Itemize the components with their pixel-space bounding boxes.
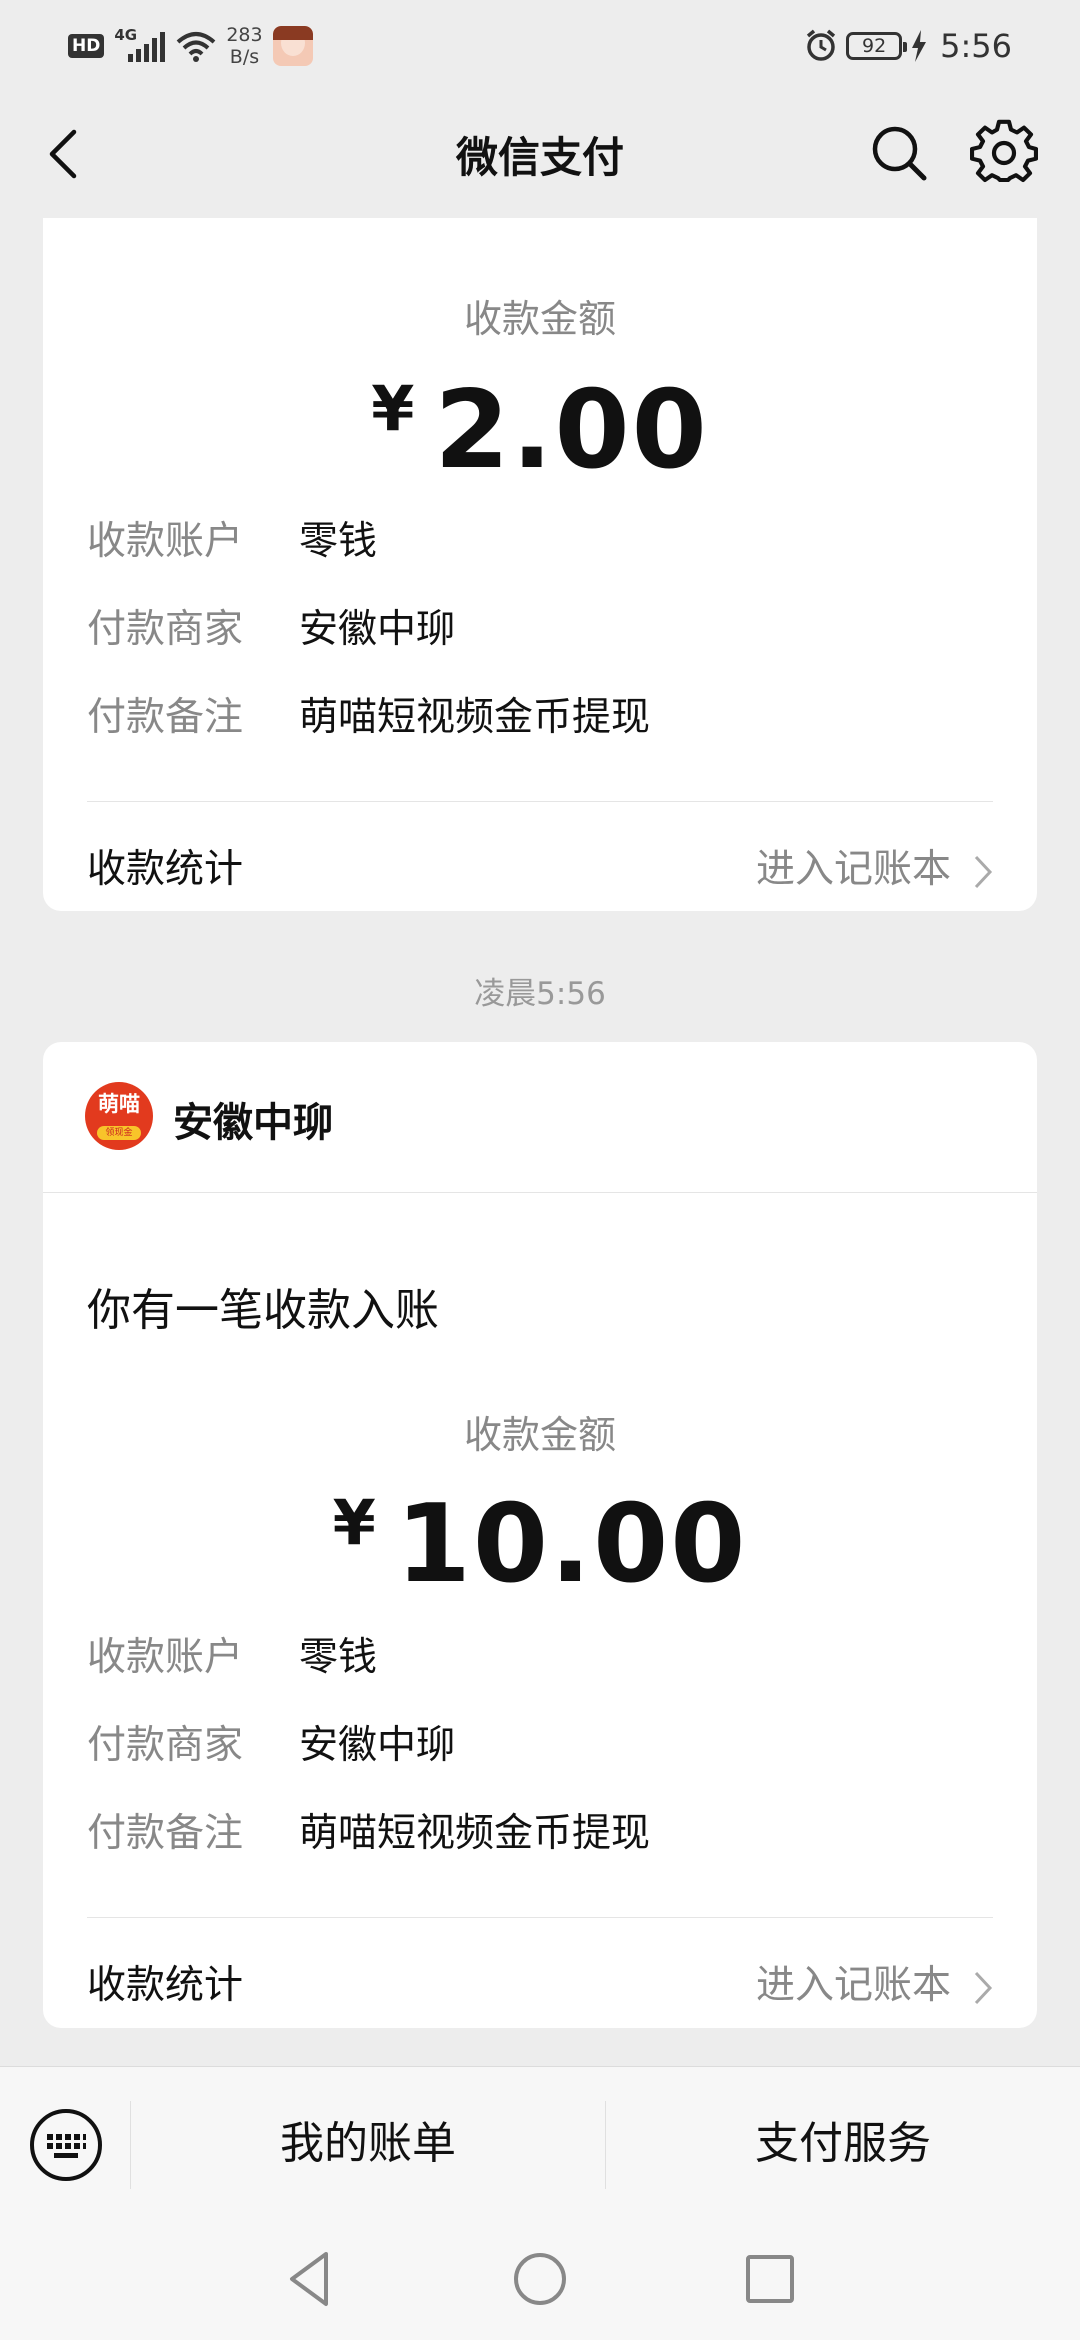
detail-value: 零钱 — [299, 519, 378, 564]
detail-row-account: 收款账户 零钱 — [87, 1626, 377, 1682]
ledger-link-label: 进入记账本 — [755, 1963, 951, 2008]
status-bar: HD 4G 283 B/s 92 5:56 — [0, 0, 1080, 90]
amount-number: 10.00 — [395, 1482, 748, 1607]
detail-row-merchant: 付款商家 安徽中珋 — [87, 598, 455, 654]
message-timestamp: 凌晨5:56 — [474, 976, 606, 1012]
detail-key: 收款账户 — [87, 519, 244, 564]
stats-row[interactable]: 收款统计 进入记账本 — [87, 830, 993, 900]
ledger-link[interactable]: 进入记账本 — [756, 838, 993, 894]
network-speed: 283 B/s — [226, 24, 262, 68]
detail-value: 萌喵短视频金币提现 — [299, 1811, 651, 1856]
alarm-icon — [807, 29, 836, 61]
search-icon[interactable] — [866, 120, 930, 184]
merchant-logo-text: 萌喵 — [98, 1092, 140, 1116]
amount-value: ¥10.00 — [43, 1482, 1037, 1607]
menu-payment-services[interactable]: 支付服务 — [606, 2107, 1080, 2171]
detail-value: 萌喵短视频金币提现 — [299, 695, 651, 740]
gear-icon[interactable] — [970, 118, 1038, 186]
payment-card-2: 萌喵 领现金 安徽中珋 你有一笔收款入账 收款金额 ¥10.00 收款账户 零钱 … — [43, 1042, 1037, 2028]
detail-value: 零钱 — [299, 1635, 378, 1680]
circle-home-icon[interactable] — [510, 2248, 570, 2310]
detail-row-note: 付款备注 萌喵短视频金币提现 — [87, 686, 650, 742]
divider — [87, 801, 993, 802]
menu-my-bills[interactable]: 我的账单 — [131, 2107, 605, 2171]
amount-label: 收款金额 — [463, 1413, 616, 1457]
hd-badge: HD — [68, 34, 105, 58]
bottom-menu: 我的账单 支付服务 — [0, 2066, 1080, 2227]
amount-value: ¥2.00 — [43, 368, 1037, 493]
detail-value: 安徽中珋 — [299, 1723, 456, 1768]
detail-row-merchant: 付款商家 安徽中珋 — [87, 1714, 455, 1770]
detail-key: 付款备注 — [87, 695, 244, 740]
keyboard-icon[interactable] — [28, 2107, 104, 2183]
detail-row-account: 收款账户 零钱 — [87, 510, 377, 566]
amount-label: 收款金额 — [463, 297, 616, 341]
detail-row-note: 付款备注 萌喵短视频金币提现 — [87, 1802, 650, 1858]
app-notification-icon — [272, 26, 313, 66]
detail-key: 付款商家 — [87, 1723, 244, 1768]
system-nav-bar — [0, 2226, 1080, 2340]
ledger-link[interactable]: 进入记账本 — [756, 1954, 993, 2010]
speed-unit: B/s — [229, 46, 260, 68]
stats-label: 收款统计 — [87, 1963, 244, 2008]
status-bar-left: HD 4G 283 B/s — [68, 22, 313, 70]
square-recent-icon[interactable] — [740, 2248, 800, 2310]
amount-number: 2.00 — [434, 368, 709, 493]
stats-row[interactable]: 收款统计 进入记账本 — [87, 1946, 993, 2016]
divider — [87, 1917, 993, 1918]
clock: 5:56 — [940, 27, 1012, 65]
chevron-right-icon — [974, 1971, 993, 2004]
merchant-header[interactable]: 萌喵 领现金 安徽中珋 — [43, 1042, 1037, 1193]
detail-key: 收款账户 — [87, 1635, 244, 1680]
detail-key: 付款商家 — [87, 607, 244, 652]
charging-icon — [912, 30, 927, 62]
battery-indicator: 92 — [846, 32, 908, 60]
triangle-back-icon[interactable] — [282, 2248, 338, 2310]
cellular-signal-icon: 4G — [114, 26, 166, 66]
speed-value: 283 — [226, 24, 263, 46]
merchant-name: 安徽中珋 — [173, 1100, 333, 1146]
payment-card-1: 收款金额 ¥2.00 收款账户 零钱 付款商家 安徽中珋 付款备注 萌喵短视频金币提现… — [43, 218, 1037, 911]
merchant-logo-subtext: 领现金 — [97, 1126, 141, 1140]
notice-title: 你有一笔收款入账 — [87, 1285, 439, 1336]
merchant-logo: 萌喵 领现金 — [85, 1082, 153, 1150]
ledger-link-label: 进入记账本 — [755, 847, 951, 892]
detail-key: 付款备注 — [87, 1811, 244, 1856]
detail-value: 安徽中珋 — [299, 607, 456, 652]
chevron-right-icon — [974, 855, 993, 888]
currency-symbol: ¥ — [371, 372, 415, 445]
status-bar-right: 92 5:56 — [804, 22, 1012, 70]
currency-symbol: ¥ — [332, 1486, 376, 1559]
wifi-icon — [177, 32, 216, 62]
top-nav-bar: 微信支付 — [0, 90, 1080, 218]
stats-label: 收款统计 — [87, 847, 244, 892]
